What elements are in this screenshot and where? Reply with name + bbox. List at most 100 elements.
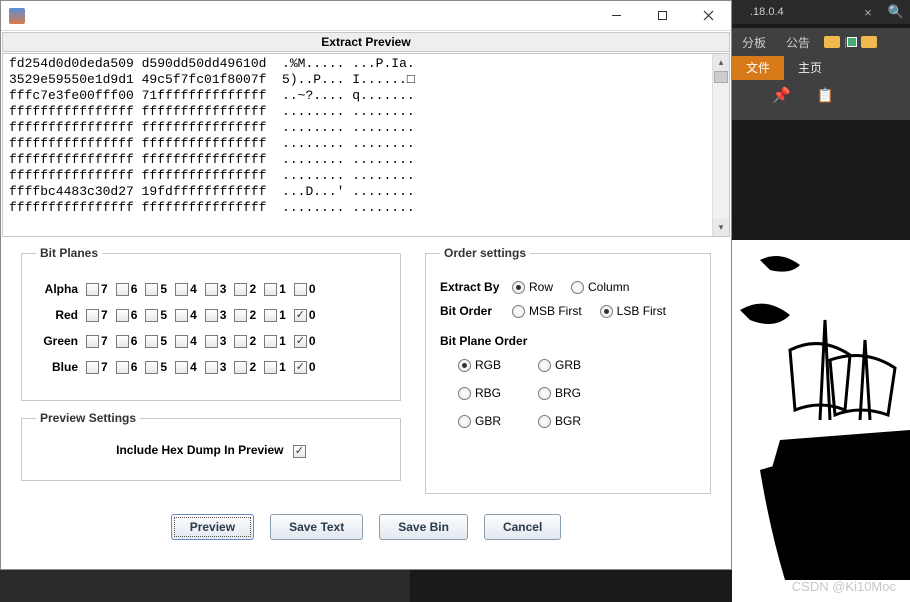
checkbox-red-3[interactable]	[205, 309, 218, 322]
bit-label-1: 1	[279, 334, 286, 348]
checkbox-icon[interactable]	[847, 37, 857, 47]
bg-tab-fenban[interactable]: 分板	[732, 34, 776, 51]
bit-plane-order-option-rgb[interactable]: RGB	[458, 358, 538, 372]
checkbox-blue-7[interactable]	[86, 361, 99, 374]
checkbox-red-2[interactable]	[234, 309, 247, 322]
save-bin-button[interactable]: Save Bin	[379, 514, 468, 540]
checkbox-red-1[interactable]	[264, 309, 277, 322]
checkbox-blue-2[interactable]	[234, 361, 247, 374]
checkbox-alpha-4[interactable]	[175, 283, 188, 296]
bit-label-7: 7	[101, 334, 108, 348]
extract-by-option-column[interactable]: Column	[571, 280, 629, 294]
checkbox-green-1[interactable]	[264, 335, 277, 348]
preview-button[interactable]: Preview	[171, 514, 254, 540]
bit-plane-order-option-rbg[interactable]: RBG	[458, 386, 538, 400]
folder-icon-2[interactable]	[861, 36, 877, 48]
bit-plane-order-label: GRB	[555, 358, 581, 372]
copy-icon[interactable]: 📋	[817, 87, 834, 104]
bit-plane-order-radio-gbr[interactable]	[458, 415, 471, 428]
background-titlebar: .18.0.4 × 🔍	[732, 0, 910, 24]
bit-order-option-lsb-first[interactable]: LSB First	[600, 304, 666, 318]
minimize-button[interactable]	[593, 1, 639, 31]
bitplane-row-green: Green76543210	[36, 334, 386, 348]
checkbox-alpha-7[interactable]	[86, 283, 99, 296]
checkbox-red-0[interactable]	[294, 309, 307, 322]
checkbox-green-5[interactable]	[145, 335, 158, 348]
bg-close-icon[interactable]: ×	[858, 5, 878, 20]
checkbox-blue-0[interactable]	[294, 361, 307, 374]
extract-by-radio-column[interactable]	[571, 281, 584, 294]
checkbox-red-5[interactable]	[145, 309, 158, 322]
java-icon	[9, 8, 25, 24]
ip-text: .18.0.4	[738, 6, 858, 18]
bit-label-4: 4	[190, 308, 197, 322]
bit-plane-order-option-gbr[interactable]: GBR	[458, 414, 538, 428]
subtab-file[interactable]: 文件	[732, 56, 784, 80]
folder-icon[interactable]	[824, 36, 840, 48]
checkbox-alpha-5[interactable]	[145, 283, 158, 296]
checkbox-red-7[interactable]	[86, 309, 99, 322]
checkbox-blue-3[interactable]	[205, 361, 218, 374]
bit-plane-order-radio-bgr[interactable]	[538, 415, 551, 428]
bit-plane-order-radio-brg[interactable]	[538, 387, 551, 400]
bg-tab-gonggao[interactable]: 公告	[776, 34, 820, 51]
save-text-button[interactable]: Save Text	[270, 514, 363, 540]
checkbox-blue-4[interactable]	[175, 361, 188, 374]
button-bar: Preview Save Text Save Bin Cancel	[1, 508, 731, 550]
bit-label-0: 0	[309, 334, 316, 348]
order-settings-group: Order settings Extract By RowColumn Bit …	[425, 246, 711, 494]
checkbox-red-4[interactable]	[175, 309, 188, 322]
close-button[interactable]	[685, 1, 731, 31]
search-icon[interactable]: 🔍	[878, 4, 904, 20]
checkbox-alpha-3[interactable]	[205, 283, 218, 296]
preview-settings-group: Preview Settings Include Hex Dump In Pre…	[21, 411, 401, 481]
bit-plane-order-radio-rgb[interactable]	[458, 359, 471, 372]
checkbox-green-4[interactable]	[175, 335, 188, 348]
hex-preview-pane: fd254d0d0deda509 d590dd50dd49610d .%M...…	[2, 53, 730, 237]
checkbox-green-6[interactable]	[116, 335, 129, 348]
scroll-up-icon[interactable]: ▴	[713, 54, 729, 71]
maximize-button[interactable]	[639, 1, 685, 31]
checkbox-green-2[interactable]	[234, 335, 247, 348]
checkbox-green-3[interactable]	[205, 335, 218, 348]
scrollbar[interactable]: ▴ ▾	[712, 54, 729, 236]
bit-label-2: 2	[249, 282, 256, 296]
bit-plane-order-option-brg[interactable]: BRG	[538, 386, 618, 400]
bit-plane-order-option-bgr[interactable]: BGR	[538, 414, 618, 428]
checkbox-alpha-2[interactable]	[234, 283, 247, 296]
bit-plane-order-radio-grb[interactable]	[538, 359, 551, 372]
checkbox-green-0[interactable]	[294, 335, 307, 348]
bit-label-4: 4	[190, 282, 197, 296]
checkbox-alpha-1[interactable]	[264, 283, 277, 296]
bit-label-0: 0	[309, 282, 316, 296]
include-hex-checkbox[interactable]	[293, 445, 306, 458]
titlebar[interactable]	[1, 1, 731, 31]
extract-by-radio-row[interactable]	[512, 281, 525, 294]
checkbox-blue-6[interactable]	[116, 361, 129, 374]
bit-plane-order-label: Bit Plane Order	[440, 334, 696, 348]
bit-order-option-msb-first[interactable]: MSB First	[512, 304, 582, 318]
bit-label-1: 1	[279, 308, 286, 322]
bit-plane-order-option-grb[interactable]: GRB	[538, 358, 618, 372]
subtab-home[interactable]: 主页	[784, 56, 836, 80]
checkbox-alpha-0[interactable]	[294, 283, 307, 296]
bit-label-3: 3	[220, 282, 227, 296]
bit-order-radio-msb-first[interactable]	[512, 305, 525, 318]
extract-by-label: Column	[588, 280, 629, 294]
cancel-button[interactable]: Cancel	[484, 514, 561, 540]
scroll-thumb[interactable]	[714, 71, 728, 83]
pin-icon[interactable]: 📌	[772, 86, 791, 104]
bit-order-radio-lsb-first[interactable]	[600, 305, 613, 318]
bit-plane-order-radio-rbg[interactable]	[458, 387, 471, 400]
checkbox-green-7[interactable]	[86, 335, 99, 348]
bit-order-label: LSB First	[617, 304, 666, 318]
extract-by-option-row[interactable]: Row	[512, 280, 553, 294]
checkbox-alpha-6[interactable]	[116, 283, 129, 296]
checkbox-blue-1[interactable]	[264, 361, 277, 374]
scroll-down-icon[interactable]: ▾	[713, 219, 729, 236]
hex-dump-text[interactable]: fd254d0d0deda509 d590dd50dd49610d .%M...…	[3, 54, 712, 236]
bit-label-5: 5	[160, 308, 167, 322]
checkbox-blue-5[interactable]	[145, 361, 158, 374]
checkbox-red-6[interactable]	[116, 309, 129, 322]
background-toolbar: 分板 公告 | 文件 主页 📌 📋	[732, 28, 910, 120]
